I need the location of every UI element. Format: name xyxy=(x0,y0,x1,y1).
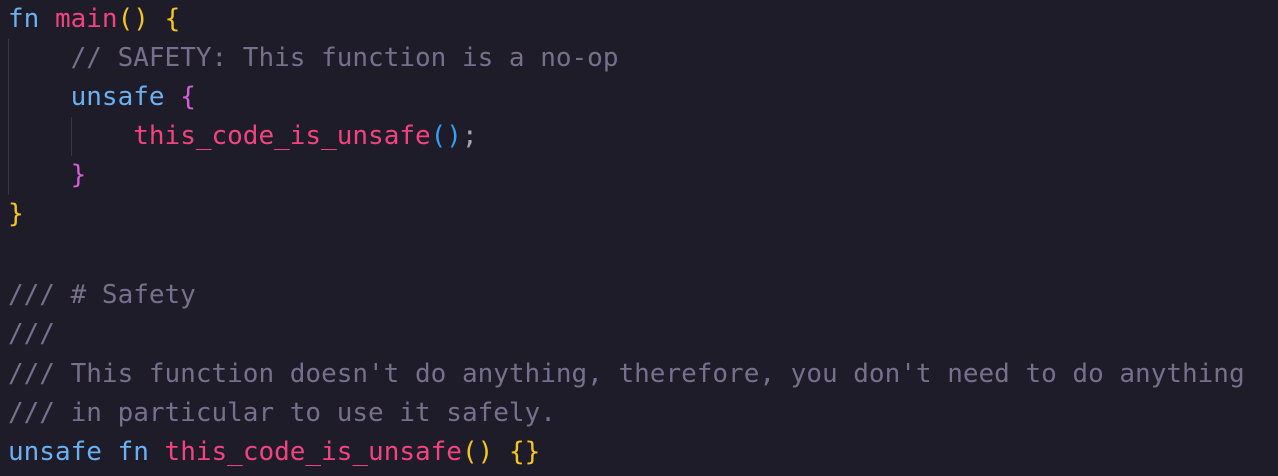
keyword-unsafe: unsafe xyxy=(8,437,102,467)
code-line-10[interactable]: /// This function doesn't do anything, t… xyxy=(8,355,1245,394)
doc-comment: /// # Safety xyxy=(8,280,196,310)
code-line-12[interactable]: unsafe fn this_code_is_unsafe() {} xyxy=(8,433,540,472)
code-editor[interactable]: fn main() { // SAFETY: This function is … xyxy=(0,0,1278,476)
open-brace: { xyxy=(180,82,196,112)
open-brace: { xyxy=(164,4,181,34)
close-brace: } xyxy=(8,199,24,229)
braces: {} xyxy=(508,437,541,467)
keyword-fn: fn xyxy=(117,437,149,467)
function-call: this_code_is_unsafe xyxy=(133,121,431,151)
doc-comment: /// xyxy=(8,319,55,349)
safety-comment: // SAFETY: This function is a no-op xyxy=(70,43,619,73)
keyword-unsafe: unsafe xyxy=(70,82,165,112)
code-line-5[interactable]: } xyxy=(8,156,87,195)
code-line-4[interactable]: this_code_is_unsafe(); xyxy=(8,117,478,156)
function-name-main: main xyxy=(54,4,118,34)
parens: () xyxy=(117,4,149,34)
doc-comment: /// This function doesn't do anything, t… xyxy=(8,359,1245,389)
parens: () xyxy=(430,121,462,151)
code-line-3[interactable]: unsafe { xyxy=(8,78,196,117)
code-line-9[interactable]: /// xyxy=(8,315,55,354)
semicolon: ; xyxy=(461,121,478,151)
parens: () xyxy=(461,437,494,467)
keyword-fn: fn xyxy=(8,4,40,34)
code-line-8[interactable]: /// # Safety xyxy=(8,276,196,315)
code-line-6[interactable]: } xyxy=(8,195,24,234)
code-line-11[interactable]: /// in particular to use it safely. xyxy=(8,394,556,433)
code-line-2[interactable]: // SAFETY: This function is a no-op xyxy=(8,39,619,78)
close-brace: } xyxy=(70,160,87,190)
doc-comment: /// in particular to use it safely. xyxy=(8,398,556,428)
function-name: this_code_is_unsafe xyxy=(164,437,462,467)
code-line-1[interactable]: fn main() { xyxy=(8,0,180,39)
